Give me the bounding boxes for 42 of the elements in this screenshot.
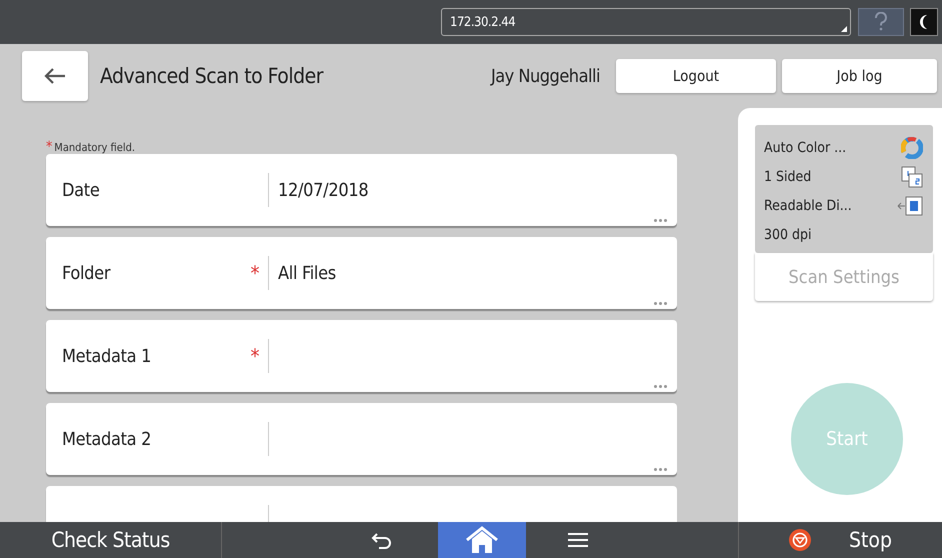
pages-icon — [901, 166, 923, 188]
field-label: Folder — [62, 262, 110, 284]
setting-text: Readable Di... — [764, 198, 852, 214]
orientation-icon — [897, 196, 923, 216]
field-value: 12/07/2018 — [278, 180, 368, 200]
more-icon — [654, 468, 667, 471]
page-title: Advanced Scan to Folder — [100, 64, 323, 88]
stop-icon — [789, 529, 811, 551]
form-field[interactable]: Metadata 2 — [46, 403, 677, 475]
required-icon: * — [46, 139, 52, 155]
field-value: All Files — [278, 262, 336, 284]
help-icon — [874, 12, 888, 32]
home-button[interactable] — [438, 522, 526, 558]
return-arrow-icon — [371, 531, 393, 549]
address-field[interactable]: 172.30.2.44 — [441, 8, 851, 36]
back-arrow-icon — [44, 67, 66, 85]
more-icon — [654, 385, 667, 388]
color-circle-icon — [901, 136, 923, 158]
more-icon — [654, 219, 667, 222]
user-name: Jay Nuggehalli — [490, 66, 600, 86]
home-icon — [465, 526, 499, 554]
more-icon — [654, 302, 667, 305]
moon-button[interactable] — [910, 8, 938, 36]
field-label: Date — [62, 180, 100, 200]
required-icon: * — [250, 344, 260, 368]
menu-icon — [568, 532, 588, 548]
resize-corner-icon — [841, 26, 847, 32]
logout-button[interactable]: Logout — [616, 59, 776, 93]
back-button[interactable] — [22, 51, 88, 101]
job-log-button[interactable]: Job log — [782, 59, 937, 93]
stop-button[interactable]: Stop — [738, 522, 942, 558]
setting-text: 300 dpi — [764, 226, 812, 242]
setting-text: Auto Color ... — [764, 140, 846, 156]
field-label: Metadata 2 — [62, 428, 152, 450]
required-icon: * — [250, 261, 260, 285]
form-field[interactable]: Folder * All Files — [46, 237, 677, 309]
form-field[interactable]: Date 12/07/2018 — [46, 154, 677, 226]
setting-text: 1 Sided — [764, 168, 812, 184]
mandatory-note: Mandatory field. — [54, 140, 136, 154]
form-field[interactable]: Metadata 1 * — [46, 320, 677, 392]
check-status-button[interactable]: Check Status — [0, 522, 222, 558]
field-label: Metadata 1 — [62, 346, 152, 366]
